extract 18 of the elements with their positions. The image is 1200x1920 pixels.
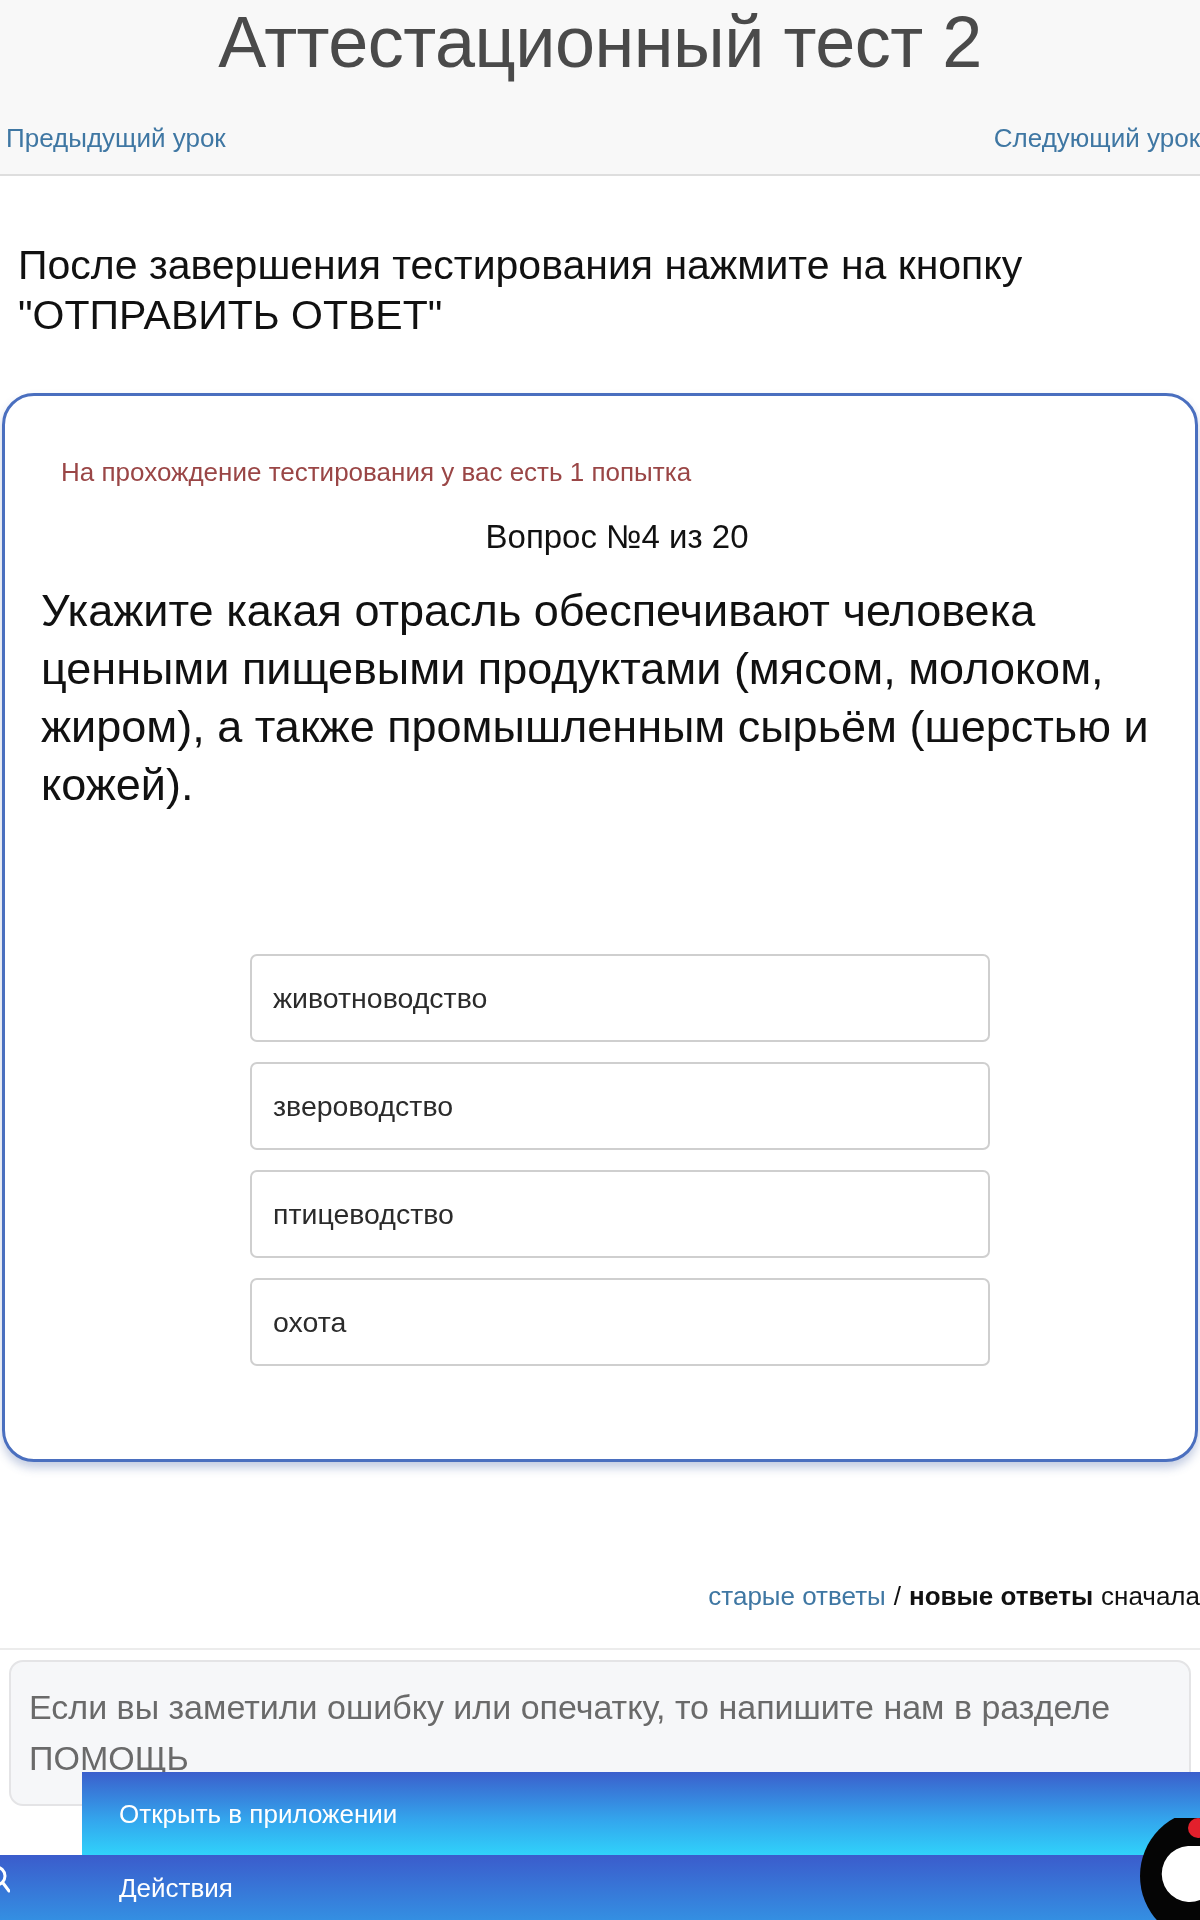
sort-option-link[interactable]: новые ответы [909, 1578, 1094, 1614]
answer-option[interactable]: животноводство [250, 954, 990, 1042]
instruction-text: После завершения тестирования нажмите на кнопку "ОТПРАВИТЬ ОТВЕТ" [17, 241, 1024, 340]
attempts-notice: На прохождение тестирования у вас есть 1 попытка [61, 456, 693, 489]
answer-option[interactable]: охота [250, 1278, 990, 1366]
chat-icon[interactable] [1136, 1818, 1200, 1920]
answer-option[interactable]: птицеводство [250, 1170, 990, 1258]
previous-lesson-link[interactable]: Предыдущий урок [6, 120, 226, 156]
next-lesson-link[interactable]: Следующий урок [993, 120, 1200, 156]
answer-option[interactable]: звероводство [250, 1062, 990, 1150]
separator-text: / [893, 1580, 901, 1613]
sort-suffix-text: сначала [1101, 1580, 1200, 1613]
actions-text: Действия [119, 1871, 233, 1905]
actions-bar[interactable]: Действия [0, 1855, 1136, 1920]
question-text: Укажите какая отрасль обеспечивают человека ценными пищевыми продуктами (мясом, молоком, жиром), а также промышленным сырьём (шерстью и кожей). [41, 584, 1150, 812]
sort-option-link[interactable]: старые ответы [708, 1578, 886, 1614]
page-title: Аттестационный тест 2 [217, 2, 983, 82]
question-number: Вопрос №4 из 20 [484, 517, 750, 557]
